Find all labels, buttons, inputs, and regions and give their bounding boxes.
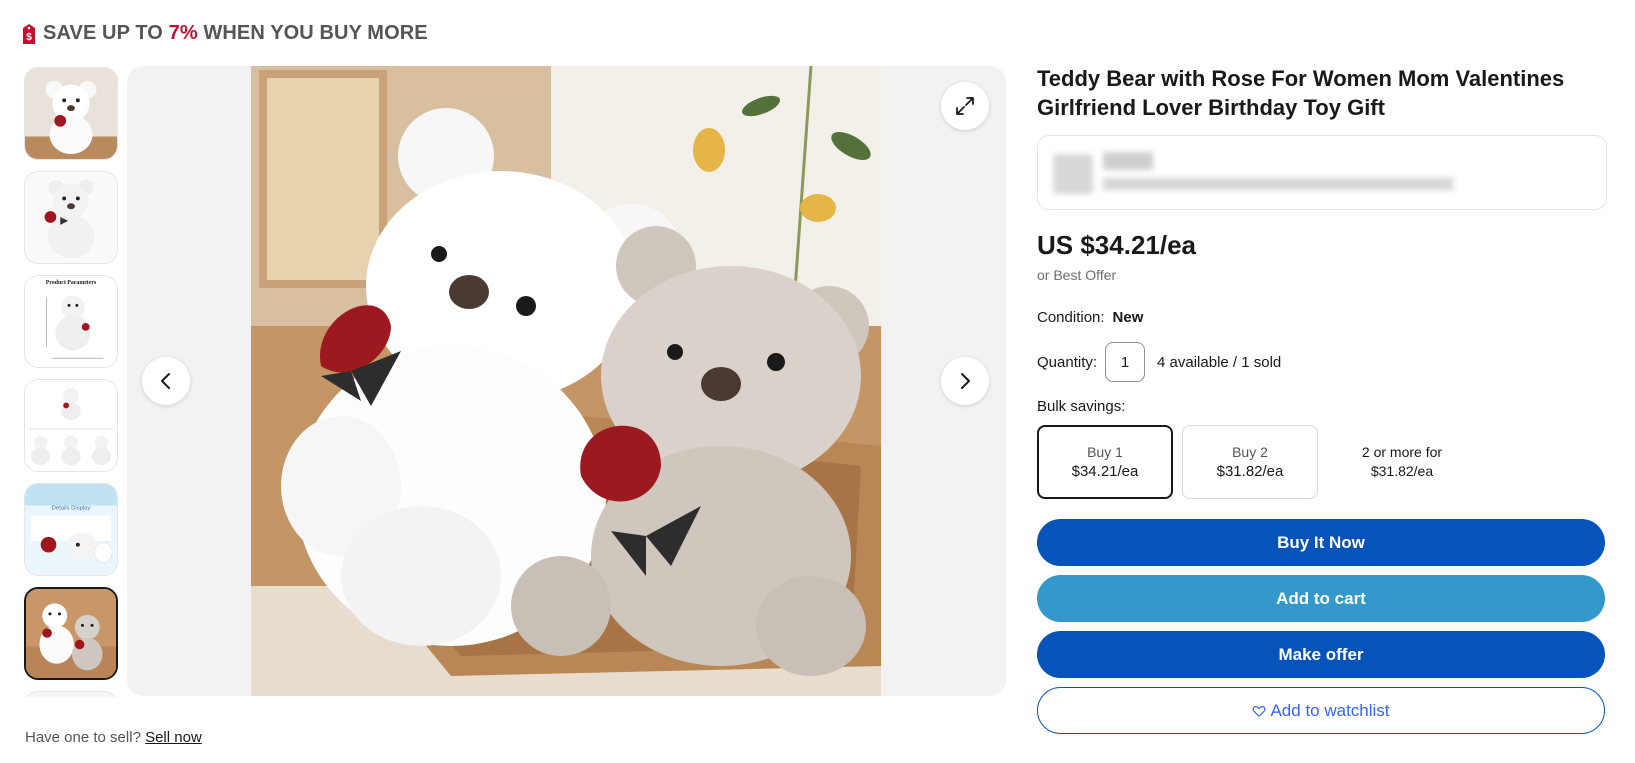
thumbnail-caption: Details Display	[52, 505, 91, 511]
expand-button[interactable]	[941, 82, 989, 130]
quantity-row: Quantity: 1 4 available / 1 sold	[1037, 342, 1607, 382]
best-offer-text: or Best Offer	[1037, 267, 1117, 283]
teddy-thumbnail-image	[25, 172, 117, 263]
heart-icon	[1253, 705, 1266, 717]
thumbnail-6[interactable]	[24, 587, 118, 680]
thumbnail-caption: Product Parameters	[46, 280, 97, 286]
availability-text: 4 available / 1 sold	[1157, 353, 1282, 371]
chevron-right-icon	[961, 373, 970, 389]
bulk-option-buy-2[interactable]: Buy 2 $31.82/ea	[1182, 425, 1318, 499]
promo-banner: $ SAVE UP TO 7% WHEN YOU BUY MORE	[21, 22, 428, 45]
teddy-thumbnail-image	[25, 68, 117, 159]
product-price: US $34.21/ea	[1037, 230, 1197, 260]
promo-prefix: SAVE UP TO	[43, 22, 163, 44]
thumbnail-1[interactable]	[24, 67, 118, 160]
bulk-savings-options: Buy 1 $34.21/ea Buy 2 $31.82/ea 2 or mor…	[1037, 425, 1607, 499]
bulk-option-label: Buy 1	[1087, 444, 1123, 460]
watchlist-label: Add to watchlist	[1270, 700, 1390, 720]
promo-percent: 7%	[168, 22, 198, 44]
condition-row: Condition: New	[1037, 309, 1607, 326]
product-details: Teddy Bear with Rose For Women Mom Valen…	[1037, 64, 1607, 734]
svg-text:$: $	[26, 32, 32, 43]
thumbnail-3[interactable]: Product Parameters	[24, 275, 118, 368]
sell-now-link[interactable]: Sell now	[145, 729, 202, 746]
bulk-option-price: $34.21/ea	[1071, 463, 1139, 480]
bulk-option-label: Buy 2	[1232, 444, 1268, 460]
quantity-input[interactable]: 1	[1105, 342, 1146, 382]
seller-info-card[interactable]	[1037, 135, 1607, 210]
bulk-option-buy-1[interactable]: Buy 1 $34.21/ea	[1037, 425, 1173, 499]
product-title: Teddy Bear with Rose For Women Mom Valen…	[1037, 66, 1565, 120]
price-tag-icon: $	[23, 23, 35, 44]
bulk-option-price: $31.82/ea	[1216, 463, 1284, 480]
sell-prompt-text: Have one to sell?	[25, 729, 141, 746]
bulk-note-line2: $31.82/ea	[1370, 463, 1434, 479]
thumbnail-7[interactable]	[24, 691, 118, 697]
condition-value: New	[1112, 309, 1144, 326]
thumbnail-4[interactable]	[24, 379, 118, 472]
chevron-left-icon	[161, 373, 170, 389]
teddy-thumbnail-image: Details Display	[25, 484, 117, 575]
main-product-image	[251, 66, 881, 696]
sell-prompt: Have one to sell? Sell now	[25, 729, 202, 746]
bulk-note-line1: 2 or more for	[1361, 444, 1443, 460]
bulk-note: 2 or more for $31.82/ea	[1327, 425, 1477, 499]
next-image-button[interactable]	[941, 357, 989, 405]
seller-feedback	[1103, 178, 1453, 190]
main-image-gallery[interactable]	[127, 66, 1006, 696]
teddy-thumbnail-image	[26, 589, 116, 678]
add-to-watchlist-button[interactable]: Add to watchlist	[1037, 687, 1605, 734]
seller-avatar	[1053, 154, 1093, 194]
promo-text: SAVE UP TO 7% WHEN YOU BUY MORE	[43, 22, 428, 45]
condition-label: Condition:	[1037, 309, 1105, 326]
teddy-thumbnail-image	[25, 380, 117, 471]
bulk-savings-label: Bulk savings:	[1037, 398, 1126, 415]
thumbnail-strip[interactable]: Product Parameters Details Display	[24, 67, 118, 697]
teddy-thumbnail-image: Product Parameters	[25, 276, 117, 367]
thumbnail-5[interactable]: Details Display	[24, 483, 118, 576]
buy-it-now-button[interactable]: Buy It Now	[1037, 519, 1605, 566]
expand-icon	[956, 97, 974, 115]
promo-suffix: WHEN YOU BUY MORE	[203, 22, 428, 44]
add-to-cart-button[interactable]: Add to cart	[1037, 575, 1605, 622]
quantity-label: Quantity:	[1037, 353, 1098, 371]
seller-name	[1103, 152, 1153, 170]
teddy-thumbnail-image	[26, 692, 116, 697]
make-offer-button[interactable]: Make offer	[1037, 631, 1605, 678]
thumbnail-2[interactable]	[24, 171, 118, 264]
previous-image-button[interactable]	[142, 357, 190, 405]
